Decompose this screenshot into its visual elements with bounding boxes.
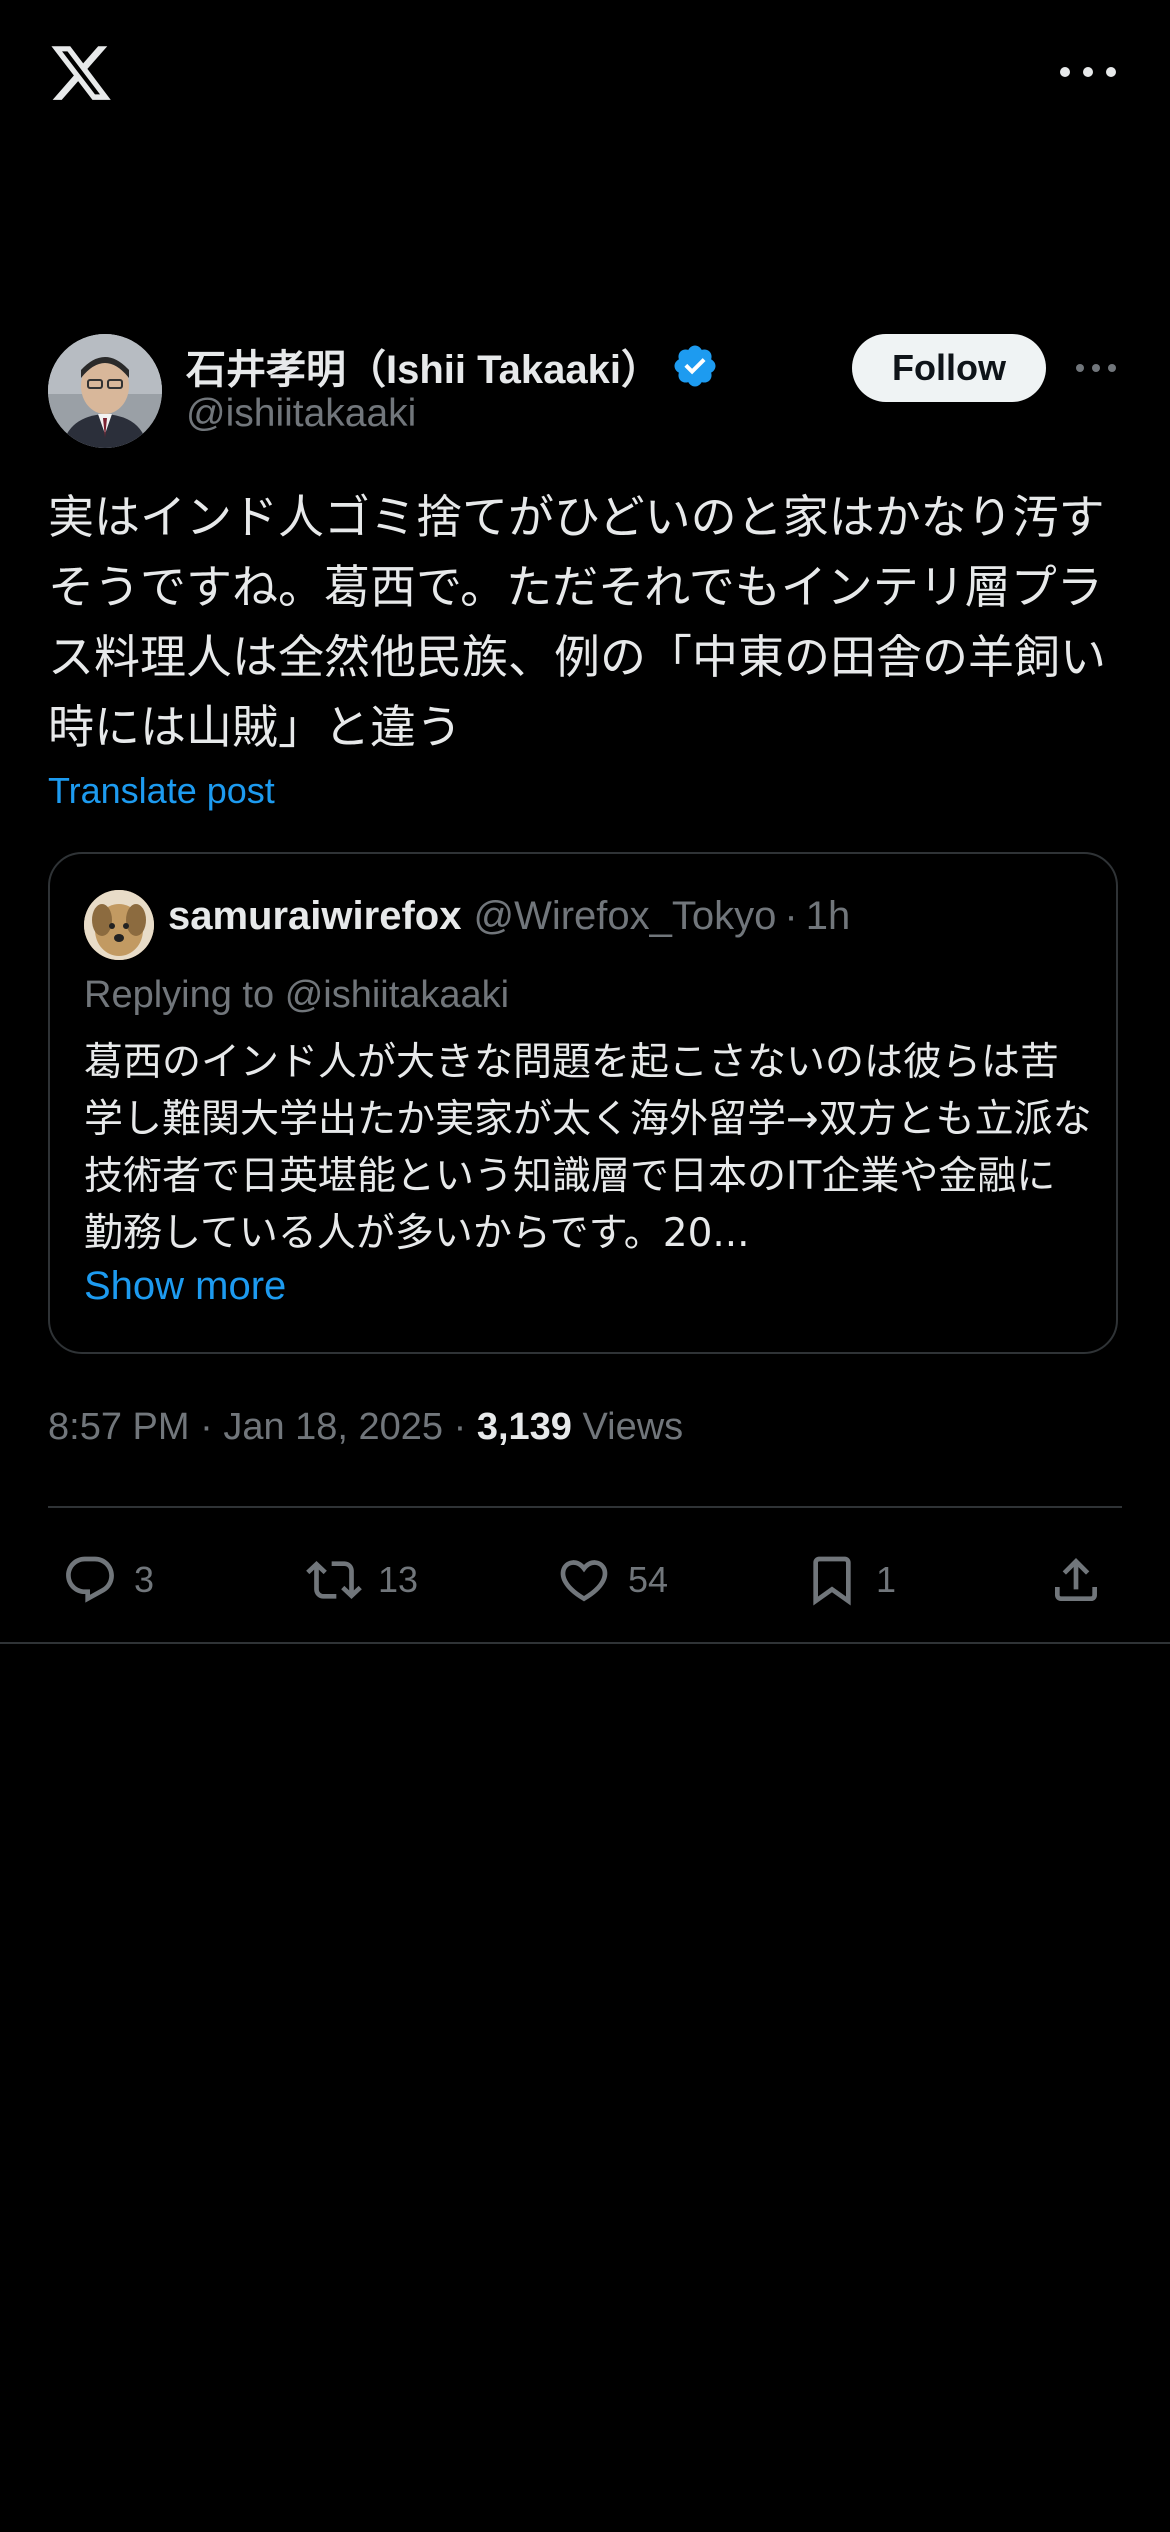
bookmark-count: 1 [876,1559,897,1600]
show-more-link[interactable]: Show more [84,1264,286,1309]
dot [1060,67,1070,77]
avatar-portrait-icon [48,334,162,448]
post-time[interactable]: 8:57 PM [48,1406,190,1448]
reply-button[interactable]: 3 [62,1550,154,1610]
quoted-author-name[interactable]: samuraiwirefox [168,894,461,939]
top-bar [0,0,1170,150]
quoted-tweet[interactable]: samuraiwirefox @Wirefox_Tokyo · 1h Reply… [48,852,1118,1354]
post-date[interactable]: Jan 18, 2025 [223,1406,443,1448]
replying-to: Replying to @ishiitakaaki [84,974,509,1017]
views-label: Views [582,1406,684,1448]
repost-icon [306,1561,362,1599]
views-count[interactable]: 3,139 [477,1406,572,1448]
reply-count: 3 [134,1559,155,1600]
follow-button[interactable]: Follow [852,334,1046,402]
action-bar: 3 13 54 1 [0,1518,1170,1648]
like-count: 54 [628,1559,669,1600]
post-text: 実はインド人ゴミ捨てがひどいのと家はかなり汚すそうですね。葛西で。ただそれでもイ… [48,490,1106,754]
replying-to-handle[interactable]: @ishiitakaaki [285,974,509,1016]
author-name-row: 石井孝明（Ishii Takaaki） [186,336,719,396]
quoted-author-handle[interactable]: @Wirefox_Tokyo [473,894,776,939]
author-avatar[interactable] [48,334,162,448]
dot [1092,364,1100,372]
post-more-icon[interactable] [1076,358,1116,378]
dog-avatar-icon [84,890,154,960]
like-button[interactable]: 54 [556,1550,668,1610]
reply-icon [66,1556,114,1603]
divider [48,1506,1122,1508]
quoted-text: 葛西のインド人が大きな問題を起こさないのは彼らは苦学し難関大学出たか実家が太く海… [84,1040,1092,1256]
x-logo-icon[interactable] [48,40,114,106]
heart-icon [560,1560,608,1602]
divider [0,1642,1170,1644]
dot [1108,364,1116,372]
author-handle[interactable]: @ishiitakaaki [186,392,416,436]
separator: · [453,1406,467,1448]
translate-post-link[interactable]: Translate post [48,770,275,812]
dot [1076,364,1084,372]
verified-badge-icon[interactable] [671,342,719,390]
separator: · [200,1406,213,1448]
bookmark-icon [813,1556,851,1606]
share-icon [1055,1558,1097,1601]
separator: · [784,894,798,938]
more-options-icon[interactable] [1060,56,1116,88]
bookmark-button[interactable]: 1 [804,1550,896,1610]
replying-prefix: Replying to [84,974,275,1016]
dot [1106,67,1116,77]
quoted-header: samuraiwirefox @Wirefox_Tokyo · 1h [168,894,850,939]
repost-count: 13 [378,1559,419,1600]
author-name[interactable]: 石井孝明（Ishii Takaaki） [186,337,661,395]
dot [1083,67,1093,77]
post-meta: 8:57 PM · Jan 18, 2025 · 3,139 Views [48,1406,683,1449]
share-button[interactable] [1048,1550,1104,1610]
quoted-author-avatar[interactable] [84,890,154,960]
quoted-time: 1h [805,894,851,938]
repost-button[interactable]: 13 [306,1550,418,1610]
